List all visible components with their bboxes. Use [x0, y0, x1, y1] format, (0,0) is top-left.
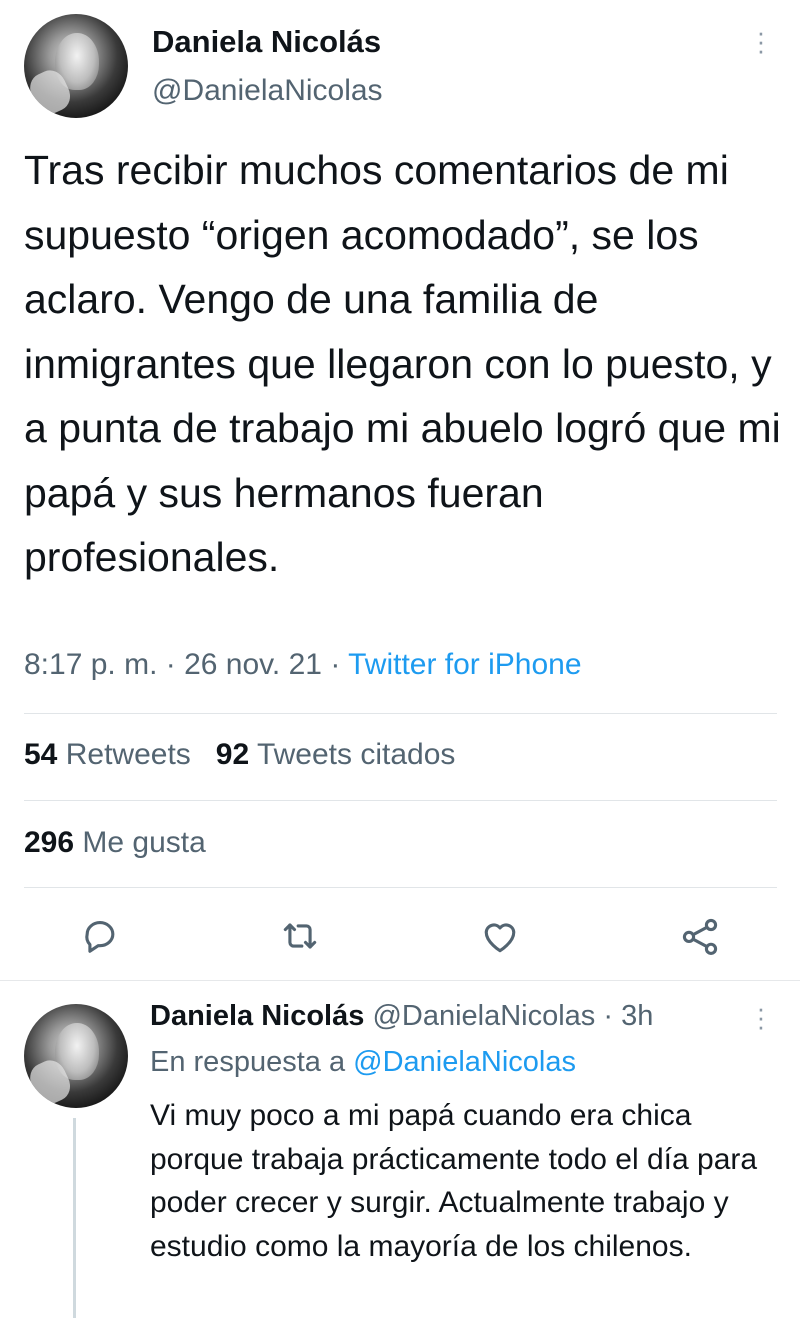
reply-header: Daniela Nicolás @DanielaNicolas · 3h [150, 1000, 653, 1033]
avatar[interactable] [24, 14, 128, 118]
retweets-stat[interactable]: 54 Retweets [24, 738, 191, 771]
share-icon [682, 918, 718, 955]
tweet-date[interactable]: 26 nov. 21 [184, 648, 322, 681]
quotes-label: Tweets citados [256, 738, 456, 771]
meta-separator: · [603, 1000, 614, 1032]
tweet-meta: 8:17 p. m. · 26 nov. 21 · Twitter for iP… [24, 648, 582, 682]
in-reply-label: En respuesta a [150, 1046, 346, 1078]
quotes-stat[interactable]: 92 Tweets citados [216, 738, 456, 771]
divider [24, 800, 777, 801]
tweet-time[interactable]: 8:17 p. m. [24, 648, 157, 681]
author-name[interactable]: Daniela Nicolás [152, 24, 381, 60]
reply-age[interactable]: 3h [621, 1000, 653, 1032]
reply-text: Vi muy poco a mi papá cuando era chica p… [150, 1099, 758, 1263]
likes-count: 296 [24, 826, 75, 859]
like-button[interactable] [478, 914, 522, 958]
likes-label: Me gusta [82, 826, 206, 859]
like-icon [484, 923, 516, 953]
reply-button[interactable] [78, 914, 122, 958]
share-button[interactable] [678, 914, 722, 958]
quotes-count: 92 [215, 738, 250, 771]
reply-author-name[interactable]: Daniela Nicolás [150, 1000, 364, 1032]
tweet-text: Tras recibir muchos comentarios de mi su… [24, 147, 781, 580]
retweet-icon [283, 923, 317, 949]
in-reply-handle-link[interactable]: @DanielaNicolas [353, 1046, 576, 1078]
section-divider [0, 980, 800, 981]
author-handle[interactable]: @DanielaNicolas [152, 74, 383, 108]
more-options-icon[interactable]: · · · [754, 995, 768, 1039]
meta-separator: · [330, 648, 349, 681]
retweet-button[interactable] [278, 914, 322, 958]
meta-separator: · [165, 648, 185, 681]
reply-author-handle[interactable]: @DanielaNicolas [372, 1000, 595, 1032]
divider [24, 713, 777, 714]
reply-avatar[interactable] [24, 1004, 128, 1108]
retweets-count: 54 [24, 738, 58, 771]
retweet-stats: 54 Retweets 92 Tweets citados [24, 738, 455, 772]
retweets-label: Retweets [65, 738, 191, 771]
divider [24, 887, 777, 888]
likes-stat[interactable]: 296 Me gusta [24, 826, 206, 860]
tweet-source-link[interactable]: Twitter for iPhone [348, 648, 581, 681]
more-options-icon[interactable]: · · · [754, 19, 768, 63]
thread-line [73, 1118, 76, 1318]
reply-icon [85, 921, 115, 953]
in-reply-to: En respuesta a @DanielaNicolas [150, 1046, 576, 1079]
tweet-actions [0, 914, 800, 960]
